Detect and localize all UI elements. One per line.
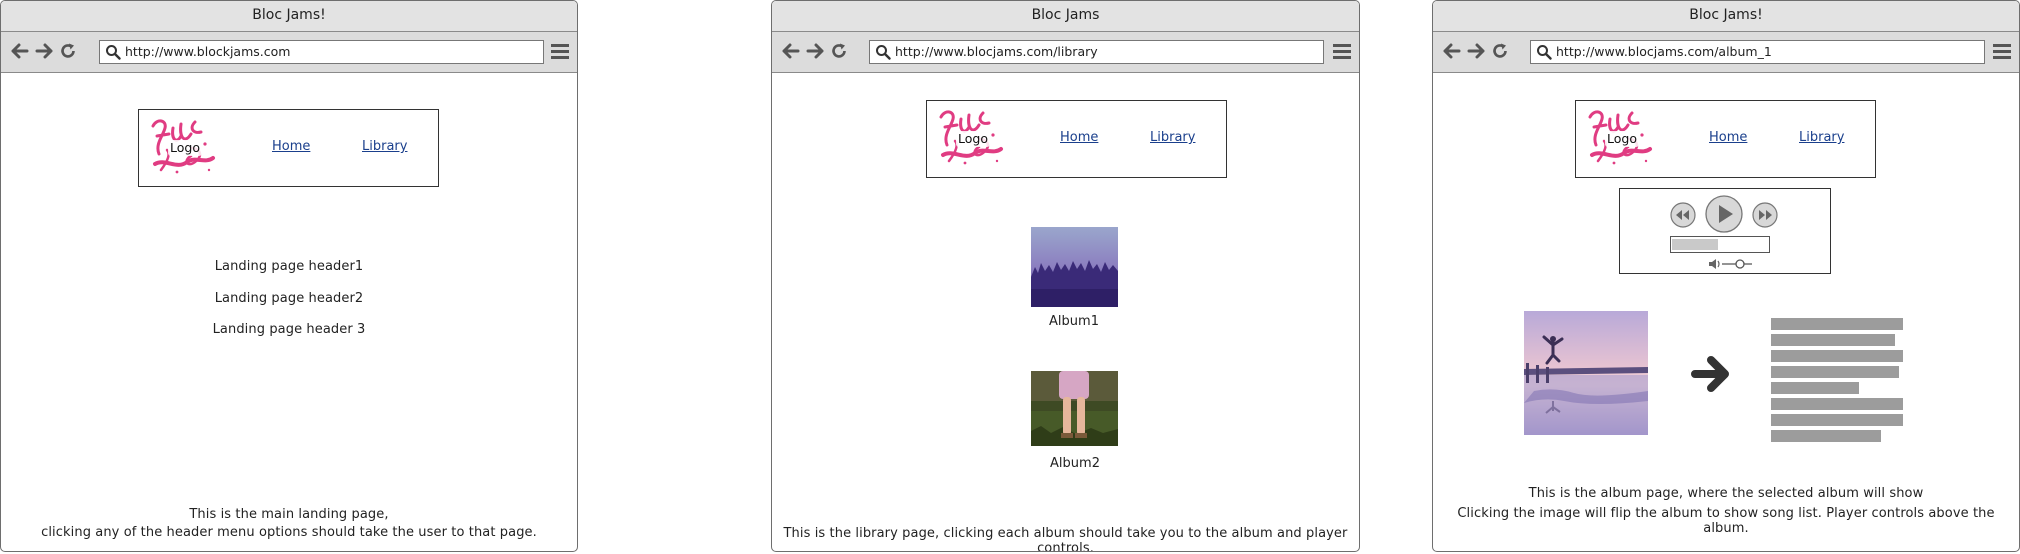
search-icon <box>106 45 121 60</box>
logo[interactable]: Logo <box>147 114 219 180</box>
song-line <box>1771 334 1895 346</box>
browser-window-library: Bloc Jams http://www.blocjams.com/librar… <box>771 0 1360 552</box>
nav-library-link[interactable]: Library <box>1150 130 1195 145</box>
song-line <box>1771 430 1881 442</box>
volume-slider[interactable] <box>1708 257 1754 271</box>
back-arrow-icon[interactable] <box>11 42 29 60</box>
logo[interactable]: Logo <box>1584 105 1656 171</box>
window-title: Bloc Jams! <box>1433 1 2019 32</box>
song-line <box>1771 398 1903 410</box>
back-arrow-icon[interactable] <box>782 42 800 60</box>
progress-fill <box>1672 239 1718 250</box>
window-title: Bloc Jams! <box>1 1 577 32</box>
album-cover[interactable] <box>1524 311 1648 435</box>
browser-toolbar: http://www.blocjams.com/album_1 <box>1433 32 2019 73</box>
menu-icon[interactable] <box>1333 43 1351 60</box>
browser-toolbar: http://www.blocjams.com/library <box>772 32 1359 73</box>
back-arrow-icon[interactable] <box>1443 42 1461 60</box>
note-line-2: Clicking the image will flip the album t… <box>1457 506 1995 536</box>
song-list-placeholder <box>1771 318 1903 446</box>
song-line <box>1771 318 1903 330</box>
landing-header-3: Landing page header 3 <box>212 322 366 337</box>
logo[interactable]: Logo <box>935 105 1007 171</box>
window-title: Bloc Jams <box>772 1 1359 32</box>
rewind-icon[interactable] <box>1670 202 1696 228</box>
fast-forward-icon[interactable] <box>1752 202 1778 228</box>
forward-arrow-icon[interactable] <box>806 42 824 60</box>
song-line <box>1771 414 1903 426</box>
url-input[interactable]: http://www.blocjams.com/album_1 <box>1530 40 1985 64</box>
forward-arrow-icon[interactable] <box>1467 42 1485 60</box>
url-text: http://www.blocjams.com/library <box>895 44 1098 59</box>
note-line-2: clicking any of the header menu options … <box>41 525 537 540</box>
album2-cover[interactable] <box>1031 371 1118 446</box>
page-content: Logo Home Library Landing page header1 L… <box>1 73 577 551</box>
menu-icon[interactable] <box>551 43 569 60</box>
browser-toolbar: http://www.blockjams.com <box>1 32 577 73</box>
album2-label[interactable]: Album2 <box>1010 456 1140 471</box>
page-content: Logo Home Library This is the album page… <box>1433 73 2019 551</box>
note-line-1: This is the main landing page, <box>189 507 389 522</box>
song-line <box>1771 366 1899 378</box>
page-content: Logo Home Library Album1 Album2 This is … <box>772 73 1359 552</box>
nav-home-link[interactable]: Home <box>272 139 310 154</box>
nav-library-link[interactable]: Library <box>362 139 407 154</box>
logo-label: Logo <box>168 140 202 156</box>
landing-header-1: Landing page header1 <box>214 259 364 274</box>
search-icon <box>1537 45 1552 60</box>
nav-home-link[interactable]: Home <box>1709 130 1747 145</box>
album1-cover[interactable] <box>1031 227 1118 307</box>
nav-library-link[interactable]: Library <box>1799 130 1844 145</box>
reload-icon[interactable] <box>830 42 848 60</box>
site-header: Logo Home Library <box>1575 100 1876 178</box>
menu-icon[interactable] <box>1993 43 2011 60</box>
url-text: http://www.blocjams.com/album_1 <box>1556 44 1772 59</box>
person-jumping-on-pier-photo <box>1524 311 1648 435</box>
reload-icon[interactable] <box>1491 42 1509 60</box>
player-controls <box>1619 188 1831 274</box>
logo-label: Logo <box>956 131 990 147</box>
reload-icon[interactable] <box>59 42 77 60</box>
note-line-1: This is the album page, where the select… <box>1528 486 1924 501</box>
forward-arrow-icon[interactable] <box>35 42 53 60</box>
play-icon[interactable] <box>1705 195 1743 233</box>
progress-bar[interactable] <box>1670 236 1770 253</box>
person-in-grass-photo <box>1031 371 1118 446</box>
album1-label[interactable]: Album1 <box>1009 314 1139 329</box>
song-line <box>1771 382 1859 394</box>
arrow-right-icon <box>1691 356 1729 392</box>
browser-window-album: Bloc Jams! http://www.blocjams.com/album… <box>1432 0 2020 552</box>
site-header: Logo Home Library <box>926 100 1227 178</box>
url-text: http://www.blockjams.com <box>125 44 291 59</box>
search-icon <box>876 45 891 60</box>
site-header: Logo Home Library <box>138 109 439 187</box>
misty-forest-photo <box>1031 227 1118 307</box>
landing-header-2: Landing page header2 <box>214 291 364 306</box>
song-line <box>1771 350 1903 362</box>
speaker-icon <box>1709 259 1716 269</box>
logo-label: Logo <box>1605 131 1639 147</box>
browser-window-landing: Bloc Jams! http://www.blockjams.com Logo <box>0 0 578 552</box>
url-input[interactable]: http://www.blocjams.com/library <box>869 40 1324 64</box>
note-line-1: This is the library page, clicking each … <box>783 526 1348 552</box>
url-input[interactable]: http://www.blockjams.com <box>99 40 544 64</box>
nav-home-link[interactable]: Home <box>1060 130 1098 145</box>
